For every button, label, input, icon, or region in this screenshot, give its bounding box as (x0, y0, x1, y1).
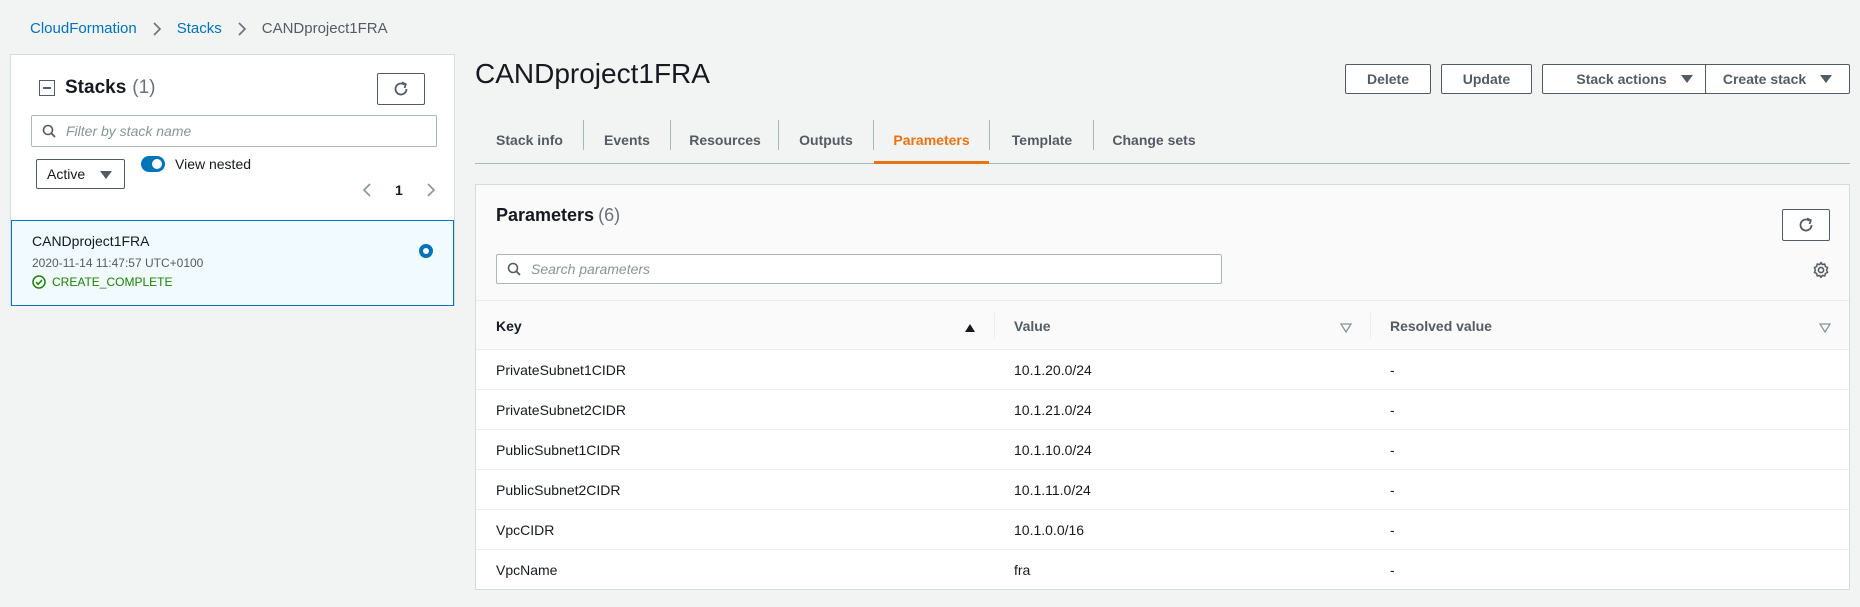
pagination: 1 (357, 180, 441, 200)
param-key: PrivateSubnet1CIDR (496, 362, 626, 378)
tab-events[interactable]: Events (584, 116, 670, 163)
chevron-right-icon (149, 21, 165, 37)
tab-outputs[interactable]: Outputs (779, 116, 873, 163)
tab-template[interactable]: Template (990, 116, 1094, 163)
status-filter-select[interactable]: Active (36, 159, 125, 189)
table-row: VpcCIDR 10.1.0.0/16 - (476, 510, 1849, 550)
stack-list-item[interactable]: CANDproject1FRA 2020-11-14 11:47:57 UTC+… (11, 220, 454, 306)
search-icon (507, 262, 521, 276)
sort-icon[interactable] (1339, 320, 1353, 338)
sort-icon[interactable] (1818, 320, 1832, 338)
create-stack-button[interactable]: Create stack (1705, 64, 1850, 94)
breadcrumb-stacks[interactable]: Stacks (177, 20, 222, 37)
stacks-panel-header: Stacks (1) (39, 77, 156, 99)
check-circle-icon (32, 275, 46, 289)
stacks-refresh-button[interactable] (377, 73, 425, 105)
chevron-right-icon (234, 21, 250, 37)
stacks-panel: Stacks (1) Active View nested 1 CANDproj… (10, 54, 455, 306)
table-row: PrivateSubnet1CIDR 10.1.20.0/24 - (476, 350, 1849, 390)
parameters-card: Parameters(6) Key Value Resolved value P… (475, 184, 1850, 590)
refresh-icon (1799, 217, 1813, 232)
previous-page-icon[interactable] (357, 180, 377, 200)
tab-change-sets[interactable]: Change sets (1094, 116, 1214, 163)
view-nested-toggle[interactable] (141, 156, 165, 172)
param-key: VpcName (496, 562, 558, 578)
param-value: 10.1.0.0/16 (1014, 522, 1085, 538)
table-row: PrivateSubnet2CIDR 10.1.21.0/24 - (476, 390, 1849, 430)
caret-down-icon (1680, 75, 1693, 83)
search-icon (42, 124, 56, 138)
caret-down-icon (1820, 75, 1833, 83)
stack-select-radio[interactable] (419, 244, 433, 258)
param-resolved-value: - (1390, 562, 1395, 578)
current-page-number[interactable]: 1 (395, 182, 403, 198)
stack-actions-label: Stack actions (1576, 71, 1667, 87)
collapse-icon[interactable] (39, 80, 55, 96)
stack-status: CREATE_COMPLETE (32, 275, 172, 289)
param-value: 10.1.21.0/24 (1014, 402, 1092, 418)
param-key: PublicSubnet2CIDR (496, 482, 621, 498)
stack-filter-field (31, 115, 437, 147)
breadcrumb: CloudFormation Stacks CANDproject1FRA (30, 20, 388, 37)
parameters-title: Parameters (6) (496, 205, 620, 226)
stack-detail-tabs: Stack info Events Resources Outputs Para… (475, 116, 1850, 164)
delete-button[interactable]: Delete (1345, 64, 1431, 94)
stack-name: CANDproject1FRA (32, 233, 150, 249)
delete-button-label: Delete (1366, 71, 1410, 87)
gear-icon[interactable] (1812, 261, 1830, 284)
tab-stack-info[interactable]: Stack info (475, 116, 584, 163)
param-resolved-value: - (1390, 362, 1395, 378)
parameters-count: (6) (598, 205, 621, 225)
stacks-count: (1) (132, 77, 156, 98)
param-key: PublicSubnet1CIDR (496, 442, 621, 458)
next-page-icon[interactable] (421, 180, 441, 200)
table-row: VpcName fra - (476, 550, 1849, 590)
refresh-icon (394, 81, 408, 96)
param-value: fra (1014, 562, 1031, 578)
parameters-search-field (496, 254, 1222, 284)
page-title: CANDproject1FRA (475, 58, 710, 89)
param-value: 10.1.11.0/24 (1014, 482, 1091, 498)
create-stack-label: Create stack (1722, 71, 1807, 87)
table-row: PublicSubnet2CIDR 10.1.11.0/24 - (476, 470, 1849, 510)
param-key: PrivateSubnet2CIDR (496, 402, 626, 418)
param-key: VpcCIDR (496, 522, 555, 538)
status-filter-value: Active (47, 166, 86, 182)
param-value: 10.1.20.0/24 (1014, 362, 1092, 378)
parameters-search-input[interactable] (531, 261, 1211, 277)
stack-timestamp: 2020-11-14 11:47:57 UTC+0100 (32, 256, 204, 270)
column-header-resolved-value[interactable]: Resolved value (1390, 301, 1492, 350)
parameters-title-text: Parameters (496, 205, 595, 225)
stack-status-text: CREATE_COMPLETE (52, 275, 173, 289)
column-header-key[interactable]: Key (496, 301, 522, 350)
parameters-table-header: Key Value Resolved value (476, 301, 1849, 350)
param-resolved-value: - (1390, 522, 1395, 538)
caret-down-icon (100, 171, 112, 179)
update-button-label: Update (1462, 71, 1511, 87)
tab-resources[interactable]: Resources (671, 116, 779, 163)
parameters-refresh-button[interactable] (1782, 209, 1830, 241)
table-row: PublicSubnet1CIDR 10.1.10.0/24 - (476, 430, 1849, 470)
stack-actions-button[interactable]: Stack actions (1542, 64, 1727, 94)
update-button[interactable]: Update (1441, 64, 1532, 94)
column-divider (1370, 313, 1371, 338)
param-value: 10.1.10.0/24 (1014, 442, 1092, 458)
column-header-value[interactable]: Value (1014, 301, 1051, 350)
param-resolved-value: - (1390, 482, 1395, 498)
stacks-panel-title: Stacks (65, 77, 127, 98)
column-divider (994, 313, 995, 338)
stack-filter-input[interactable] (66, 123, 416, 139)
sort-ascending-icon[interactable] (964, 320, 976, 338)
param-resolved-value: - (1390, 442, 1395, 458)
view-nested-label: View nested (175, 156, 252, 172)
breadcrumb-current: CANDproject1FRA (261, 20, 388, 37)
param-resolved-value: - (1390, 402, 1395, 418)
breadcrumb-cloudformation[interactable]: CloudFormation (30, 20, 137, 37)
tab-parameters[interactable]: Parameters (874, 116, 989, 164)
